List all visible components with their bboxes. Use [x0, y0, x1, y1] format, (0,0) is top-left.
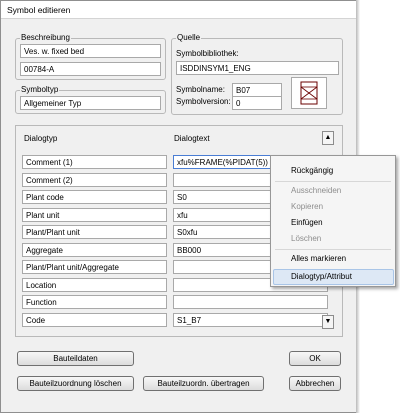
- row-value-input[interactable]: S1_B7: [173, 313, 328, 327]
- quelle-group: Quelle Symbolbibliothek: ISDDINSYM1_ENG …: [171, 33, 343, 115]
- symbol-version-field[interactable]: 0: [232, 96, 282, 110]
- row-value-input[interactable]: [173, 295, 328, 309]
- symbol-library-field[interactable]: ISDDINSYM1_ENG: [176, 61, 339, 75]
- menu-item-dialogtyp-attribut[interactable]: Dialogtyp/Attribut: [291, 272, 352, 281]
- scroll-down-icon[interactable]: ▼: [322, 315, 334, 329]
- row-label: Function: [22, 295, 167, 309]
- row-label: Code: [22, 313, 167, 327]
- bauteilzuordnung-loeschen-button[interactable]: Bauteilzuordnung löschen: [17, 376, 134, 391]
- row-label: Plant/Plant unit: [22, 225, 167, 239]
- scroll-up-icon[interactable]: ▲: [322, 131, 334, 145]
- menu-item-undo[interactable]: Rückgängig: [291, 166, 333, 175]
- menu-separator: [275, 249, 391, 250]
- beschreibung-line1-field[interactable]: Ves. w. fixed bed: [20, 44, 161, 58]
- menu-item-copy[interactable]: Kopieren: [291, 202, 323, 211]
- bauteildaten-button[interactable]: Bauteildaten: [17, 351, 134, 366]
- symboltyp-group: Symboltyp Allgemeiner Typ: [15, 85, 166, 114]
- grid-header-dialogtyp: Dialogtyp: [24, 134, 58, 143]
- menu-item-cut[interactable]: Ausschneiden: [291, 186, 341, 195]
- symbol-name-label: Symbolname:: [176, 85, 225, 94]
- row-label: Comment (1): [22, 155, 167, 169]
- title-bar: Symbol editieren: [1, 1, 359, 19]
- context-menu: Rückgängig Ausschneiden Kopieren Einfüge…: [270, 155, 396, 287]
- abbrechen-button[interactable]: Abbrechen: [289, 376, 341, 391]
- row-label: Plant code: [22, 190, 167, 204]
- menu-item-delete[interactable]: Löschen: [291, 234, 321, 243]
- symbol-preview: [291, 77, 327, 109]
- row-label: Aggregate: [22, 243, 167, 257]
- window-title: Symbol editieren: [7, 5, 71, 15]
- symboltyp-field[interactable]: Allgemeiner Typ: [20, 96, 161, 110]
- row-label: Location: [22, 278, 167, 292]
- menu-item-paste[interactable]: Einfügen: [291, 218, 323, 227]
- symbol-library-label: Symbolbibliothek:: [176, 49, 239, 58]
- ok-button[interactable]: OK: [289, 351, 341, 366]
- symbol-name-field[interactable]: B07: [232, 83, 282, 97]
- bauteilzuordnung-uebertragen-button[interactable]: Bauteilzuordn. übertragen: [143, 376, 264, 391]
- vessel-symbol-icon: [300, 81, 318, 105]
- symboltyp-legend: Symboltyp: [20, 85, 60, 94]
- grid-header-dialogtext: Dialogtext: [174, 134, 210, 143]
- beschreibung-line2-field[interactable]: 00784-A: [20, 62, 161, 76]
- row-label: Plant/Plant unit/Aggregate: [22, 260, 167, 274]
- beschreibung-group: Beschreibung Ves. w. fixed bed 00784-A: [15, 33, 166, 80]
- quelle-legend: Quelle: [176, 33, 202, 42]
- menu-item-select-all[interactable]: Alles markieren: [291, 254, 346, 263]
- row-label: Comment (2): [22, 173, 167, 187]
- beschreibung-legend: Beschreibung: [20, 33, 71, 42]
- row-label: Plant unit: [22, 208, 167, 222]
- symbol-version-label: Symbolversion:: [176, 97, 231, 106]
- menu-separator: [275, 181, 391, 182]
